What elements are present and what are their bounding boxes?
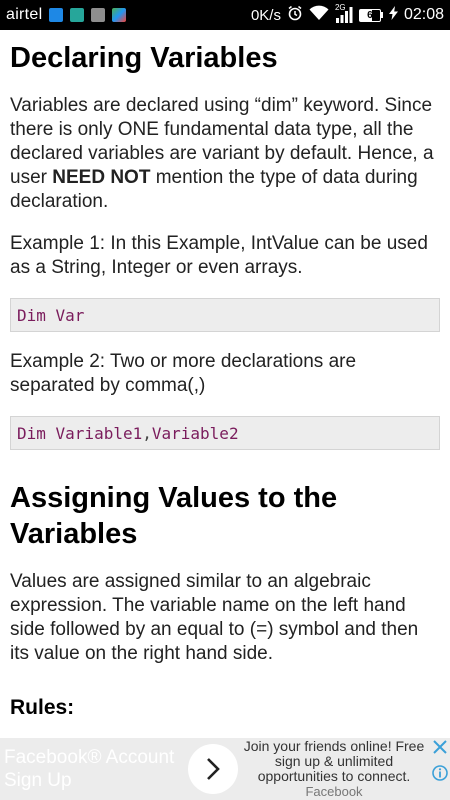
paragraph-assigning: Values are assigned similar to an algebr…: [10, 571, 419, 664]
ad-description[interactable]: Join your friends online! Free sign up &…: [238, 738, 430, 800]
wifi-icon: [309, 5, 329, 25]
article-content[interactable]: Declaring Variables Variables are declar…: [0, 30, 450, 738]
heading-assigning-values: Assigning Values to the Variables: [10, 482, 338, 550]
status-bar: airtel 0K/s 2G 6 02:08: [0, 0, 450, 30]
ad-description-text: Join your friends online! Free sign up &…: [243, 738, 425, 784]
network-speed: 0K/s: [250, 6, 281, 24]
code-separator: ,: [142, 423, 152, 443]
chevron-right-icon: [207, 758, 220, 780]
ad-banner[interactable]: Facebook® Account Sign Up Join your frie…: [0, 738, 450, 800]
messenger-notification-icon: [49, 8, 64, 22]
play-store-notification-icon: [112, 8, 127, 22]
alarm-icon: [287, 5, 303, 25]
ad-title[interactable]: Facebook® Account Sign Up: [0, 746, 186, 792]
network-type-label: 2G: [334, 3, 346, 12]
code-block-2: Dim Variable1, Variable2: [10, 416, 440, 450]
ad-source: Facebook: [305, 784, 363, 799]
clock: 02:08: [403, 6, 444, 23]
code-token-1: Dim Variable1: [17, 423, 143, 443]
paragraph-declaring: Variables are declared using “dim” keywo…: [10, 94, 440, 214]
code-block-1: Dim Var: [10, 298, 440, 332]
example-2-text: Example 2: Two or more declarations are …: [10, 351, 357, 396]
signal-icon: 2G: [335, 3, 353, 23]
emphasis-need-not: NEED NOT: [52, 167, 151, 188]
gallery-notification-icon: [70, 8, 85, 22]
close-ad-icon[interactable]: [433, 740, 447, 759]
example-1-text: Example 1: In this Example, IntValue can…: [10, 233, 428, 278]
code-line: Dim Var: [17, 305, 85, 325]
ad-open-button[interactable]: [188, 744, 238, 794]
carrier-label: airtel: [6, 6, 43, 23]
charging-icon: [388, 6, 398, 24]
photo-notification-icon: [91, 8, 106, 22]
heading-declaring-variables: Declaring Variables: [10, 42, 278, 74]
battery-icon: 6: [358, 8, 383, 22]
battery-level: 6: [358, 8, 381, 22]
code-token-2: Variable2: [151, 423, 239, 443]
heading-rules: Rules:: [10, 696, 75, 719]
adchoices-info-icon[interactable]: [432, 765, 448, 786]
